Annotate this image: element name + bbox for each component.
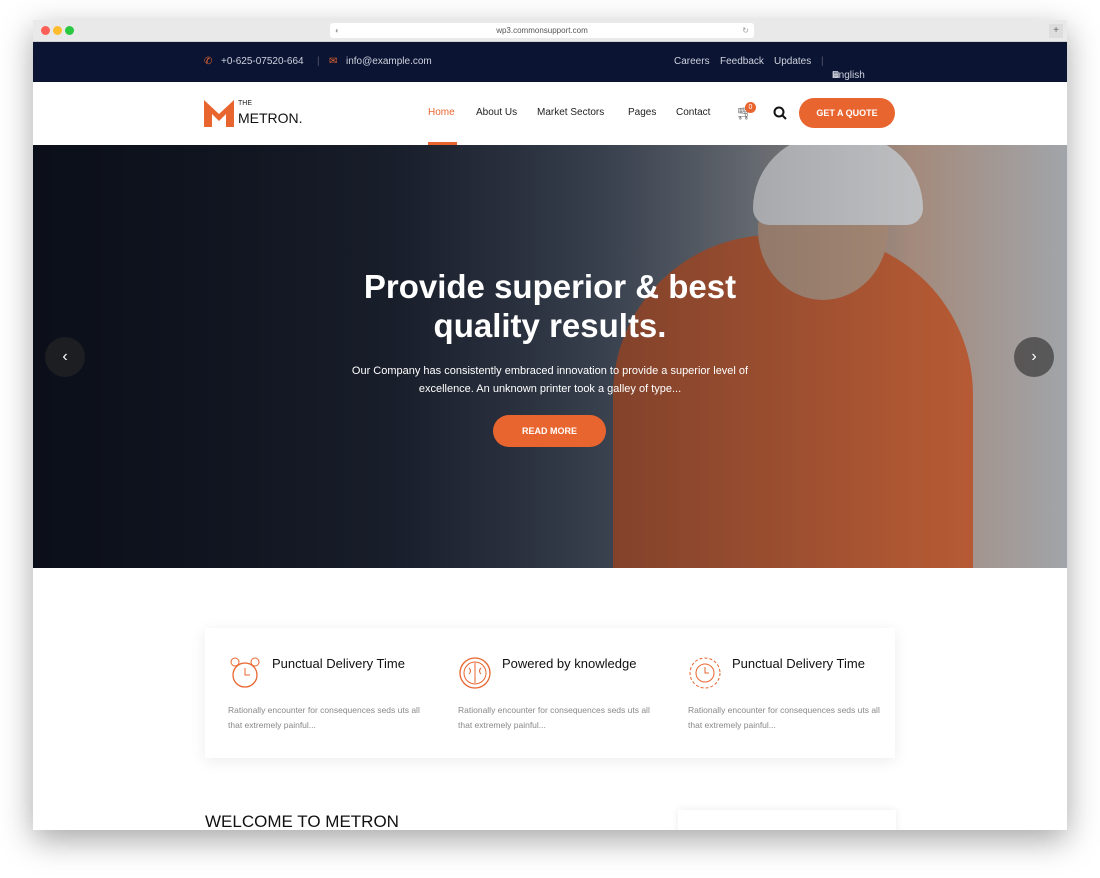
feature-card: Powered by knowledge Rationally encounte… xyxy=(435,628,665,758)
feature-title: Powered by knowledge xyxy=(502,656,637,671)
chevron-down-icon: ⌄ xyxy=(832,70,841,81)
search-icon[interactable] xyxy=(773,106,787,120)
brain-icon xyxy=(459,657,491,689)
close-window-button[interactable] xyxy=(41,26,50,35)
feature-title: Punctual Delivery Time xyxy=(272,656,405,671)
browser-window: ◐ wp3.commonsupport.com ↻ + ✆ +0-625-075… xyxy=(33,20,1067,830)
hero-slider: Provide superior & best quality results. … xyxy=(33,145,1067,568)
side-card xyxy=(678,810,896,830)
feature-title: Punctual Delivery Time xyxy=(732,656,865,671)
logo[interactable]: THE METRON. xyxy=(204,100,303,132)
phone-number[interactable]: +0-625-07520-664 xyxy=(221,56,304,67)
minimize-window-button[interactable] xyxy=(53,26,62,35)
careers-link[interactable]: Careers xyxy=(674,56,710,67)
email-link[interactable]: info@example.com xyxy=(346,56,432,67)
cart-count-badge: 0 xyxy=(745,102,756,113)
maximize-window-button[interactable] xyxy=(65,26,74,35)
hero-title: Provide superior & best quality results. xyxy=(363,268,737,344)
divider: | xyxy=(317,56,320,67)
phone-icon: ✆ xyxy=(204,56,213,67)
nav-home[interactable]: Home xyxy=(428,107,455,118)
next-slide-button[interactable]: › xyxy=(1014,337,1054,377)
alarm-clock-icon xyxy=(230,657,260,688)
gear-clock-icon xyxy=(689,657,721,689)
welcome-heading: WELCOME TO METRON xyxy=(205,812,399,830)
privacy-icon: ◐ xyxy=(335,26,340,35)
logo-mark-icon xyxy=(204,100,234,127)
chevron-left-icon: ‹ xyxy=(62,348,68,365)
nav-pages[interactable]: Pages xyxy=(628,107,656,118)
feature-card: Punctual Delivery Time Rationally encoun… xyxy=(665,628,895,758)
read-more-button[interactable]: READ MORE xyxy=(493,415,606,447)
reload-icon[interactable]: ↻ xyxy=(742,23,749,38)
new-tab-button[interactable]: + xyxy=(1049,24,1063,38)
feature-text: Rationally encounter for consequences se… xyxy=(688,705,880,730)
nav-market-sectors[interactable]: Market Sectors xyxy=(537,107,604,118)
feedback-link[interactable]: Feedback xyxy=(720,56,764,67)
hero-text: Our Company has consistently embraced in… xyxy=(351,365,749,395)
top-bar: ✆ +0-625-07520-664 | ✉ info@example.com … xyxy=(33,42,1067,82)
chevron-right-icon: › xyxy=(1031,348,1037,365)
nav-about-us[interactable]: About Us xyxy=(476,107,517,118)
features-panel: Punctual Delivery Time Rationally encoun… xyxy=(205,628,895,758)
get-a-quote-button[interactable]: GET A QUOTE xyxy=(799,98,895,128)
email-icon: ✉ xyxy=(329,56,338,67)
divider: | xyxy=(821,56,824,67)
hero-overlay xyxy=(33,145,1067,568)
address-bar[interactable]: ◐ wp3.commonsupport.com ↻ xyxy=(330,23,754,38)
browser-chrome: ◐ wp3.commonsupport.com ↻ + xyxy=(33,20,1067,42)
feature-text: Rationally encounter for consequences se… xyxy=(458,705,650,730)
feature-text: Rationally encounter for consequences se… xyxy=(228,705,420,730)
nav-contact[interactable]: Contact xyxy=(676,107,710,118)
main-nav: THE METRON. Home About Us Market Sectors… xyxy=(33,82,1067,145)
feature-card: Punctual Delivery Time Rationally encoun… xyxy=(205,628,435,758)
updates-link[interactable]: Updates xyxy=(774,56,811,67)
prev-slide-button[interactable]: ‹ xyxy=(45,337,85,377)
